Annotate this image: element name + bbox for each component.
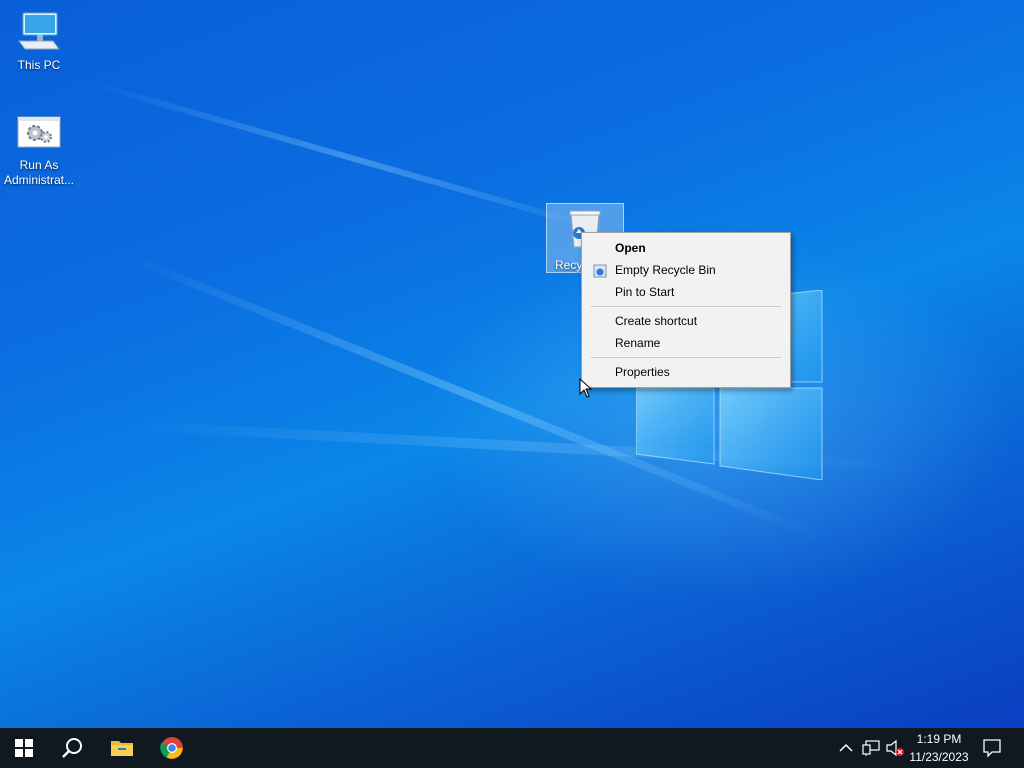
recycle-shield-icon bbox=[593, 263, 607, 278]
computer-icon bbox=[15, 10, 63, 54]
file-explorer-button[interactable] bbox=[98, 728, 146, 768]
desktop[interactable]: This PC Run As Administrat... Recy Open … bbox=[0, 0, 1024, 728]
windows-icon bbox=[15, 739, 33, 757]
network-icon bbox=[862, 740, 880, 756]
menu-separator bbox=[591, 306, 781, 307]
menu-item-label: Open bbox=[615, 241, 646, 255]
chrome-button[interactable] bbox=[148, 728, 196, 768]
menu-item-pin-to-start[interactable]: Pin to Start bbox=[582, 281, 790, 303]
network-button[interactable] bbox=[861, 738, 881, 758]
taskbar: 1:19 PM 11/23/2023 bbox=[0, 728, 1024, 768]
folder-icon bbox=[111, 741, 133, 756]
menu-item-empty-recycle-bin[interactable]: Empty Recycle Bin bbox=[582, 259, 790, 281]
menu-item-label: Create shortcut bbox=[615, 314, 698, 328]
chrome-icon bbox=[160, 737, 183, 759]
chevron-up-icon bbox=[839, 743, 853, 752]
start-button[interactable] bbox=[0, 728, 48, 768]
desktop-icon-run-as-administrator[interactable]: Run As Administrat... bbox=[1, 110, 77, 188]
context-menu: Open Empty Recycle Bin Pin to Start Crea… bbox=[581, 232, 791, 388]
menu-item-label: Empty Recycle Bin bbox=[615, 263, 716, 277]
search-icon bbox=[62, 738, 82, 758]
menu-item-rename[interactable]: Rename bbox=[582, 332, 790, 354]
action-center-button[interactable] bbox=[982, 738, 1002, 758]
menu-item-create-shortcut[interactable]: Create shortcut bbox=[582, 310, 790, 332]
desktop-icon-label: This PC bbox=[17, 58, 61, 72]
search-button[interactable] bbox=[48, 728, 96, 768]
menu-separator bbox=[591, 357, 781, 358]
desktop-icon-label: Recy bbox=[555, 258, 583, 272]
menu-item-label: Pin to Start bbox=[615, 285, 675, 299]
desktop-icon-this-pc[interactable]: This PC bbox=[1, 10, 77, 73]
clock-time: 1:19 PM bbox=[916, 732, 962, 746]
menu-item-properties[interactable]: Properties bbox=[582, 361, 790, 383]
desktop-icon-label: Run As Administrat... bbox=[3, 158, 75, 187]
gears-icon bbox=[15, 110, 63, 154]
notification-icon bbox=[983, 739, 1001, 757]
mouse-cursor-icon bbox=[579, 378, 593, 398]
clock-date: 11/23/2023 bbox=[909, 750, 969, 764]
clock[interactable]: 1:19 PM 11/23/2023 bbox=[902, 730, 976, 766]
menu-item-label: Properties bbox=[615, 365, 670, 379]
menu-item-open[interactable]: Open bbox=[582, 237, 790, 259]
show-hidden-icons-button[interactable] bbox=[836, 738, 856, 758]
menu-item-label: Rename bbox=[615, 336, 661, 350]
